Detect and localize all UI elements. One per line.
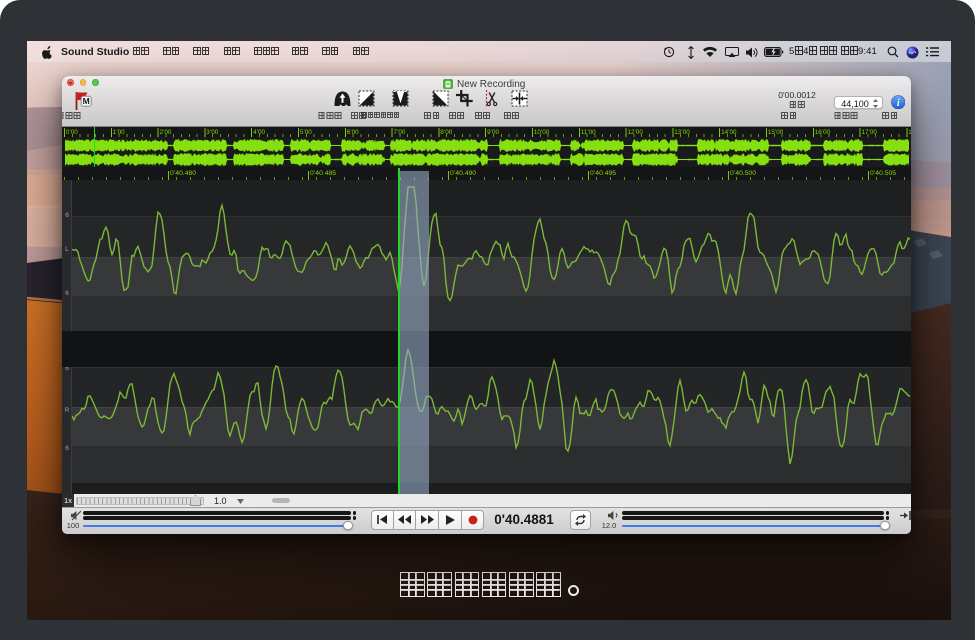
svg-text:i: i: [896, 97, 899, 108]
svg-text:M: M: [83, 96, 90, 106]
